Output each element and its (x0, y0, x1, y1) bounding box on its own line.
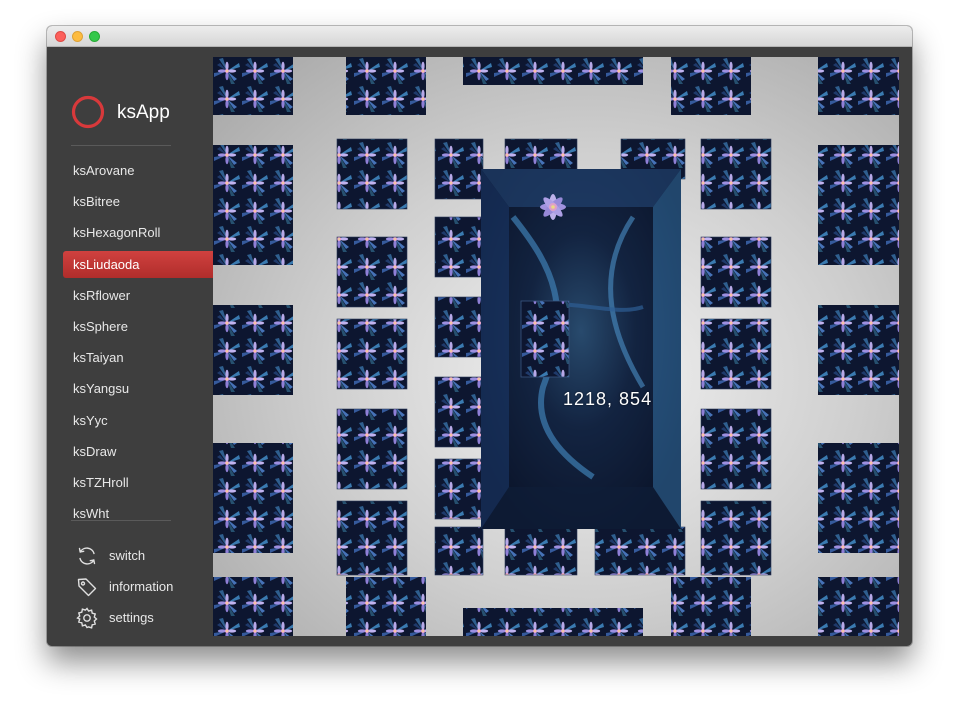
close-window-button[interactable] (55, 31, 66, 42)
sidebar-item-kstzhroll[interactable]: ksTZHroll (63, 469, 213, 496)
sidebar-item-ksrflower[interactable]: ksRflower (63, 282, 213, 309)
sidebar-item-ksbitree[interactable]: ksBitree (63, 188, 213, 215)
sidebar-item-ksdraw[interactable]: ksDraw (63, 438, 213, 465)
app-title: ksApp (117, 102, 170, 123)
sidebar-item-kstaiyan[interactable]: ksTaiyan (63, 344, 213, 371)
information-label: information (109, 579, 174, 594)
sidebar-item-kssphere[interactable]: ksSphere (63, 313, 213, 340)
app-window: ksApp ksArovane ksBitree ksHexagonRoll k… (47, 26, 912, 646)
coordinates-readout: 1218, 854 (563, 389, 653, 409)
sidebar-item-ksyangsu[interactable]: ksYangsu (63, 375, 213, 402)
sidebar-divider-top (71, 145, 171, 146)
gear-icon (76, 607, 98, 629)
settings-label: settings (109, 610, 154, 625)
sidebar-item-ksliudaoda[interactable]: ksLiudaoda (63, 251, 213, 278)
sidebar-item-kshexagonroll[interactable]: ksHexagonRoll (63, 219, 213, 246)
app-logo-icon (71, 95, 105, 129)
minimize-window-button[interactable] (72, 31, 83, 42)
tag-icon (77, 578, 97, 597)
render-canvas[interactable]: 1218, 854 (213, 57, 899, 636)
sidebar-item-ksarovane[interactable]: ksArovane (63, 157, 213, 184)
sidebar: ksApp ksArovane ksBitree ksHexagonRoll k… (47, 47, 213, 646)
sidebar-divider-bottom (71, 520, 171, 521)
zoom-window-button[interactable] (89, 31, 100, 42)
fractal-render (213, 57, 899, 636)
sidebar-item-kswht[interactable]: ksWht (63, 500, 213, 527)
sidebar-item-ksyyc[interactable]: ksYyc (63, 407, 213, 434)
center-flower (540, 194, 566, 220)
title-bar[interactable] (47, 26, 912, 47)
refresh-icon (78, 547, 96, 565)
switch-label: switch (109, 548, 146, 563)
